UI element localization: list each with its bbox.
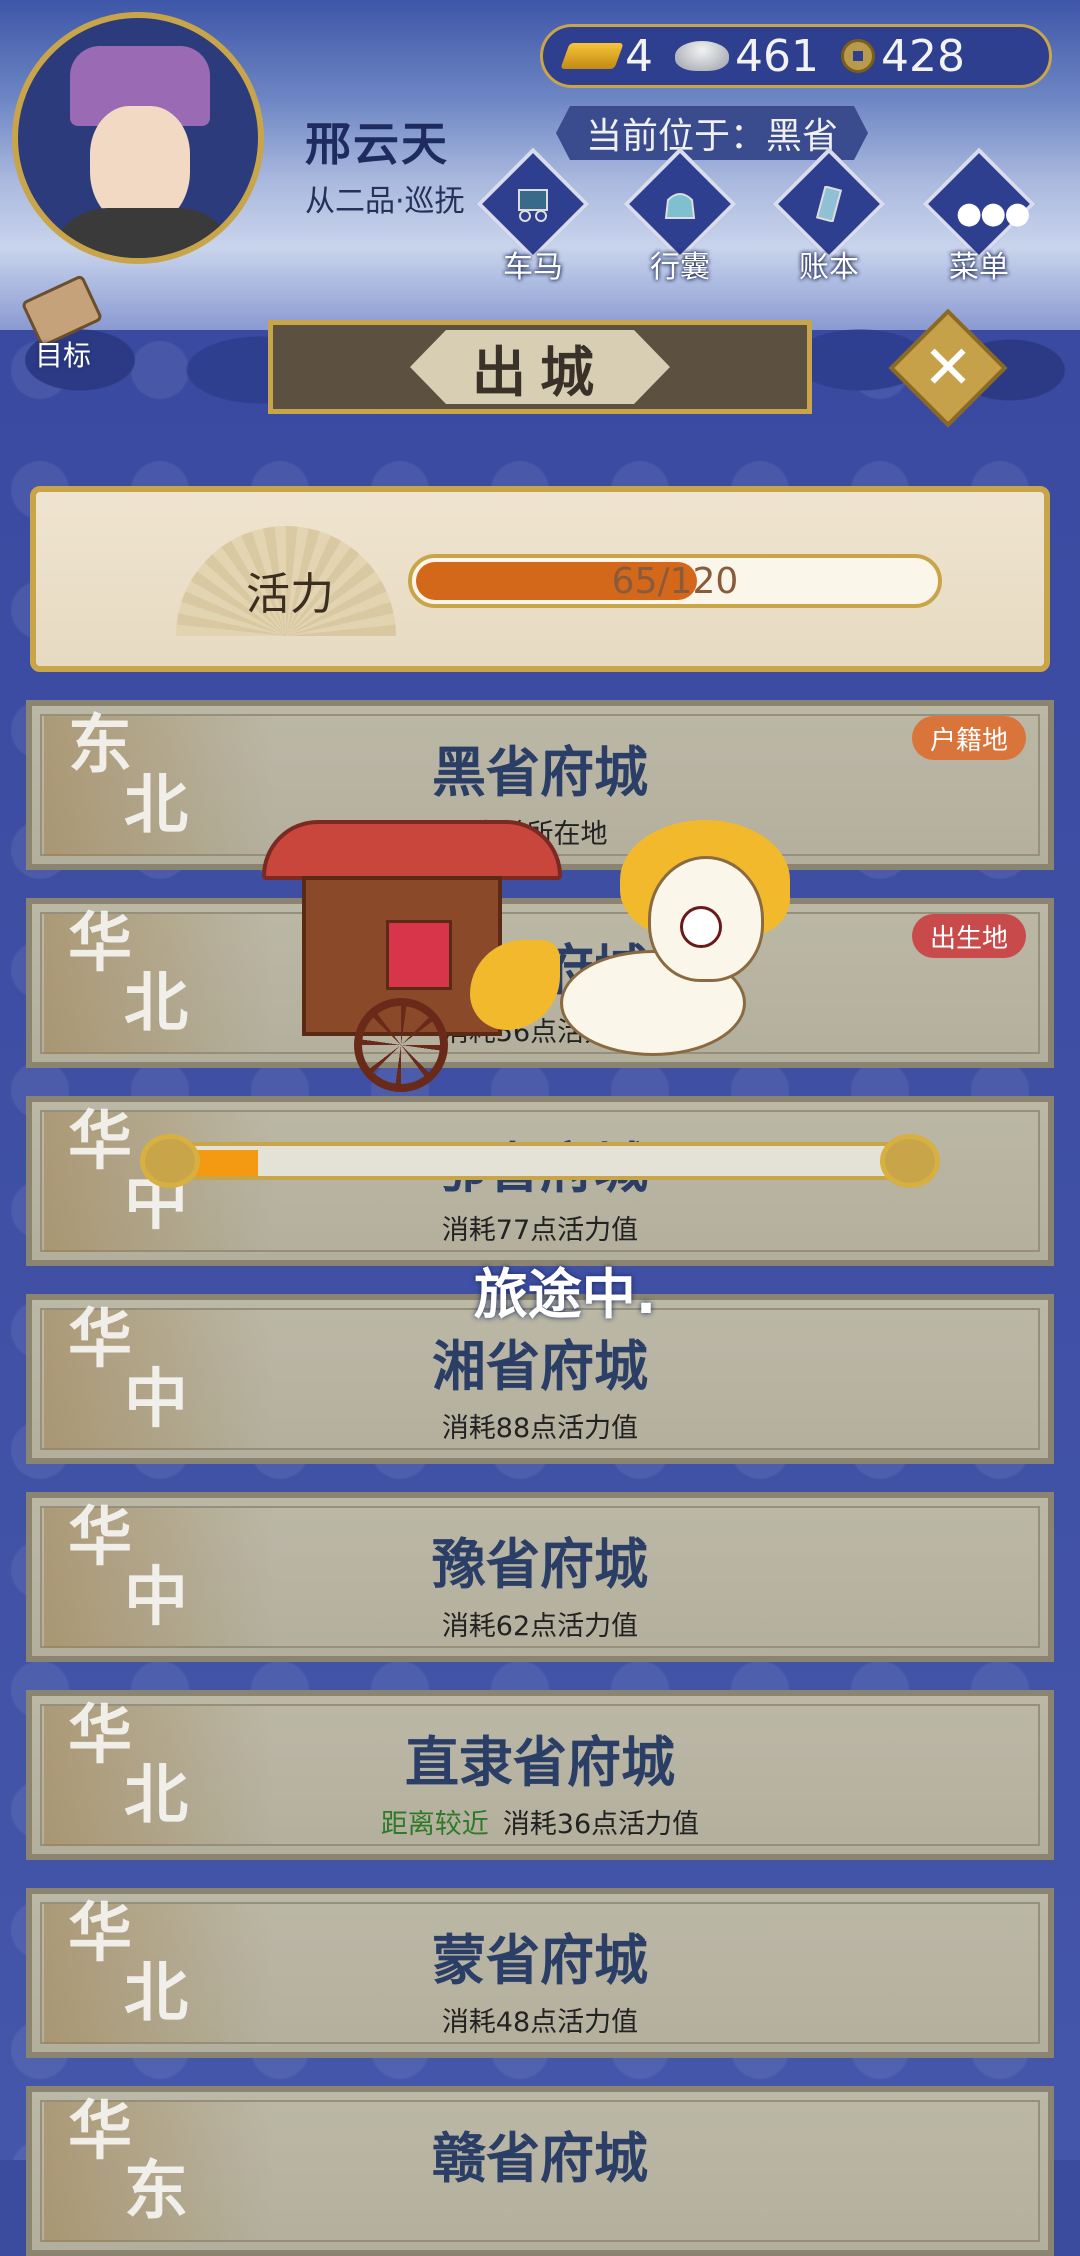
city-name: 直隶省府城 bbox=[405, 1731, 675, 1794]
nav-label: 菜单 bbox=[949, 250, 1009, 285]
city-card[interactable]: 华北蒙省府城 消耗48点活力值 bbox=[26, 1888, 1054, 2058]
silver-display: 461 bbox=[675, 31, 819, 82]
nav-label: 车马 bbox=[503, 250, 563, 285]
travel-progress-bar bbox=[180, 1142, 900, 1180]
city-cost: 消耗62点活力值 bbox=[441, 1611, 639, 1642]
city-card[interactable]: 华东赣省府城 bbox=[26, 2086, 1054, 2256]
player-rank: 从二品·巡抚 bbox=[305, 184, 465, 219]
city-cost: 消耗77点活力值 bbox=[441, 1215, 639, 1246]
city-tag: 出生地 bbox=[911, 914, 1026, 958]
city-tag: 户籍地 bbox=[911, 716, 1026, 760]
silver-amount: 461 bbox=[735, 30, 819, 82]
city-name: 蒙省府城 bbox=[432, 1929, 648, 1992]
city-name: 黑省府城 bbox=[432, 741, 648, 804]
nav-label: 账本 bbox=[799, 250, 859, 285]
close-icon: ✕ bbox=[922, 333, 974, 403]
wheel-icon bbox=[354, 998, 448, 1092]
robe-icon bbox=[48, 208, 238, 258]
ledger-icon bbox=[815, 186, 843, 222]
silver-ingot-icon bbox=[675, 41, 729, 71]
nav-button-ledger[interactable]: 账本 bbox=[764, 147, 894, 285]
nav-button-menu[interactable]: ●●● 菜单 bbox=[914, 147, 1044, 285]
nav-label: 行囊 bbox=[650, 250, 710, 285]
stamina-label: 活力 bbox=[246, 569, 334, 620]
exit-city-banner: 出城 bbox=[268, 320, 812, 414]
menu-icon: ●●● bbox=[956, 196, 1031, 231]
stamina-bar: 65/120 bbox=[408, 554, 942, 608]
near-label: 距离较近 bbox=[380, 1809, 489, 1840]
coin-amount: 428 bbox=[880, 30, 965, 82]
city-card[interactable]: 华北直隶省府城 距离较近 消耗36点活力值 bbox=[26, 1690, 1054, 1860]
nav-button-bag[interactable]: 行囊 bbox=[615, 147, 745, 285]
stamina-panel: 活力 65/120 bbox=[30, 486, 1050, 672]
banner-title: 出城 bbox=[410, 330, 670, 404]
coin-display: 428 bbox=[840, 30, 965, 82]
gold-display: 4 bbox=[560, 30, 653, 82]
horse-illustration bbox=[470, 820, 810, 1080]
travel-status: 旅途中. bbox=[473, 1263, 657, 1326]
travel-progress bbox=[140, 1126, 940, 1196]
city-cost: 消耗88点活力值 bbox=[441, 1413, 639, 1444]
goal-label: 目标 bbox=[34, 339, 91, 372]
city-cost: 距离较近 消耗36点活力值 bbox=[380, 1809, 700, 1840]
scroll-ornament-icon bbox=[880, 1134, 940, 1188]
carriage-icon bbox=[518, 189, 548, 222]
city-name: 赣省府城 bbox=[432, 2127, 648, 2190]
gold-ingot-icon bbox=[560, 43, 624, 69]
goal-button[interactable]: 目标 bbox=[18, 273, 108, 376]
gold-amount: 4 bbox=[625, 30, 653, 82]
current-location: 当前位于：黑省 bbox=[556, 106, 868, 160]
player-name: 邢云天 bbox=[305, 117, 449, 171]
bag-icon bbox=[664, 193, 696, 219]
city-card[interactable]: 华中豫省府城 消耗62点活力值 bbox=[26, 1492, 1054, 1662]
scroll-ornament-icon bbox=[140, 1134, 200, 1188]
avatar[interactable] bbox=[12, 12, 264, 264]
nav-button-carriage[interactable]: 车马 bbox=[468, 147, 598, 285]
copper-coin-icon bbox=[840, 39, 875, 73]
city-name: 豫省府城 bbox=[432, 1533, 648, 1596]
stamina-value: 65/120 bbox=[611, 560, 739, 602]
city-name: 湘省府城 bbox=[432, 1335, 648, 1398]
currency-bar: 4 461 428 bbox=[540, 24, 1052, 88]
city-cost: 消耗48点活力值 bbox=[441, 2007, 639, 2038]
